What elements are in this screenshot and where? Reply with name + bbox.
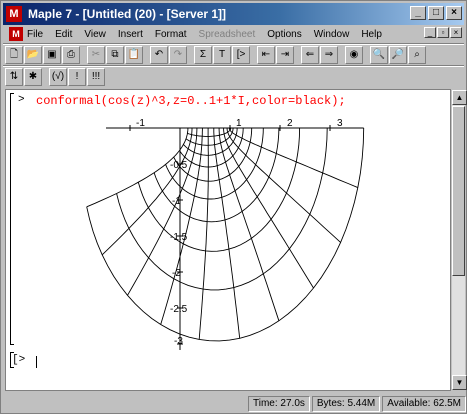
undo-icon[interactable]: ↶ bbox=[150, 46, 168, 64]
vertical-scrollbar[interactable]: ▲ ▼ bbox=[451, 89, 467, 391]
menu-edit[interactable]: Edit bbox=[55, 29, 72, 40]
minimize-button[interactable]: _ bbox=[410, 6, 426, 20]
eval-expression-button[interactable]: (√) bbox=[49, 68, 67, 86]
doc-restore-button[interactable]: ▫ bbox=[437, 27, 449, 38]
scroll-down-icon[interactable]: ▼ bbox=[452, 375, 467, 390]
cut-icon[interactable]: ✂ bbox=[87, 46, 105, 64]
execute-button[interactable]: ! bbox=[68, 68, 86, 86]
y-tick-label: -1 bbox=[172, 196, 181, 207]
debug-icon[interactable]: ✱ bbox=[24, 68, 42, 86]
zoom-fit-icon[interactable]: ⌕ bbox=[408, 46, 426, 64]
worksheet[interactable]: > conformal(cos(z)^3,z=0..1+1*I,color=bl… bbox=[5, 89, 451, 391]
text-input-icon[interactable]: T bbox=[213, 46, 231, 64]
x-tick-label: 1 bbox=[236, 118, 242, 129]
new-file-icon[interactable]: 🗋 bbox=[5, 46, 23, 64]
y-tick-label: -3 bbox=[174, 336, 183, 347]
grid-curve-constant-re bbox=[223, 128, 314, 289]
y-tick-label: -2 bbox=[172, 268, 181, 279]
maximize-button[interactable]: □ bbox=[428, 6, 444, 20]
y-tick-label: -0.5 bbox=[170, 160, 188, 171]
main-toolbar: 🗋 📂 ▣ ⎙ ✂ ⧉ 📋 ↶ ↷ Σ T [> ⇤ ⇥ ⇐ ⇒ ◉ 🔍 🔎 ⌕ bbox=[5, 45, 464, 65]
maple-logo-icon: M bbox=[6, 6, 22, 22]
menu-spreadsheet[interactable]: Spreadsheet bbox=[199, 29, 256, 40]
scroll-thumb[interactable] bbox=[452, 106, 465, 276]
zoom-in-icon[interactable]: 🔍 bbox=[370, 46, 388, 64]
math-input-icon[interactable]: Σ bbox=[194, 46, 212, 64]
grid-curve-constant-re bbox=[226, 128, 341, 243]
status-available: Available: 62.5M bbox=[382, 396, 466, 412]
redo-icon[interactable]: ↷ bbox=[169, 46, 187, 64]
y-tick-label: -1.5 bbox=[170, 232, 188, 243]
menu-format[interactable]: Format bbox=[155, 29, 187, 40]
paste-icon[interactable]: 📋 bbox=[125, 46, 143, 64]
window-controls: _ □ × bbox=[408, 6, 462, 20]
menu-bar: M File Edit View Insert Format Spreadshe… bbox=[3, 25, 464, 43]
doc-minimize-button[interactable]: _ bbox=[424, 27, 436, 38]
grid-curve-constant-im bbox=[137, 127, 301, 252]
copy-icon[interactable]: ⧉ bbox=[106, 46, 124, 64]
open-file-icon[interactable]: 📂 bbox=[24, 46, 42, 64]
status-bar: Time: 27.0s Bytes: 5.44M Available: 62.5… bbox=[3, 395, 466, 413]
outdent-icon[interactable]: ⇥ bbox=[276, 46, 294, 64]
grid-curve-constant-re bbox=[218, 128, 280, 321]
document-controls: _ ▫ × bbox=[423, 27, 462, 38]
status-time: Time: 27.0s bbox=[248, 396, 310, 412]
execute-all-button[interactable]: !!! bbox=[87, 68, 105, 86]
print-icon[interactable]: ⎙ bbox=[62, 46, 80, 64]
doc-close-button[interactable]: × bbox=[450, 27, 462, 38]
x-tick-label: -1 bbox=[136, 118, 145, 129]
insert-group-icon[interactable]: [> bbox=[232, 46, 250, 64]
y-tick-label: -2.5 bbox=[170, 304, 188, 315]
context-toolbar: ⇅ ✱ (√) ! !!! bbox=[5, 67, 106, 87]
document-icon[interactable]: M bbox=[9, 27, 23, 41]
save-icon[interactable]: ▣ bbox=[43, 46, 61, 64]
x-tick-label: 2 bbox=[287, 118, 293, 129]
title-bar[interactable]: M Maple 7 - [Untitled (20) - [Server 1]]… bbox=[3, 3, 464, 25]
scroll-up-icon[interactable]: ▲ bbox=[452, 90, 467, 105]
app-window: M Maple 7 - [Untitled (20) - [Server 1]]… bbox=[0, 0, 467, 414]
x-tick-label: 3 bbox=[337, 118, 343, 129]
menu-help[interactable]: Help bbox=[361, 29, 382, 40]
grid-curve-constant-re bbox=[213, 128, 241, 339]
menu-file[interactable]: File bbox=[27, 29, 43, 40]
stop-icon[interactable]: ◉ bbox=[345, 46, 363, 64]
input-prompt: > bbox=[18, 94, 25, 106]
window-title: Maple 7 - [Untitled (20) - [Server 1]] bbox=[28, 7, 227, 21]
menu-window[interactable]: Window bbox=[314, 29, 350, 40]
status-bytes: Bytes: 5.44M bbox=[311, 396, 381, 412]
menu-insert[interactable]: Insert bbox=[118, 29, 143, 40]
close-button[interactable]: × bbox=[446, 6, 462, 20]
command-input[interactable]: conformal(cos(z)^3,z=0..1+1*I,color=blac… bbox=[36, 94, 346, 108]
grid-curve-constant-im bbox=[153, 127, 280, 223]
back-icon[interactable]: ⇐ bbox=[301, 46, 319, 64]
grid-curve-constant-re bbox=[160, 128, 203, 325]
empty-prompt: [> bbox=[12, 354, 26, 366]
text-cursor bbox=[36, 356, 37, 368]
restart-icon[interactable]: ⇅ bbox=[5, 68, 23, 86]
forward-icon[interactable]: ⇒ bbox=[320, 46, 338, 64]
indent-icon[interactable]: ⇤ bbox=[257, 46, 275, 64]
menu-options[interactable]: Options bbox=[267, 29, 301, 40]
menu-view[interactable]: View bbox=[84, 29, 106, 40]
zoom-out-icon[interactable]: 🔎 bbox=[389, 46, 407, 64]
